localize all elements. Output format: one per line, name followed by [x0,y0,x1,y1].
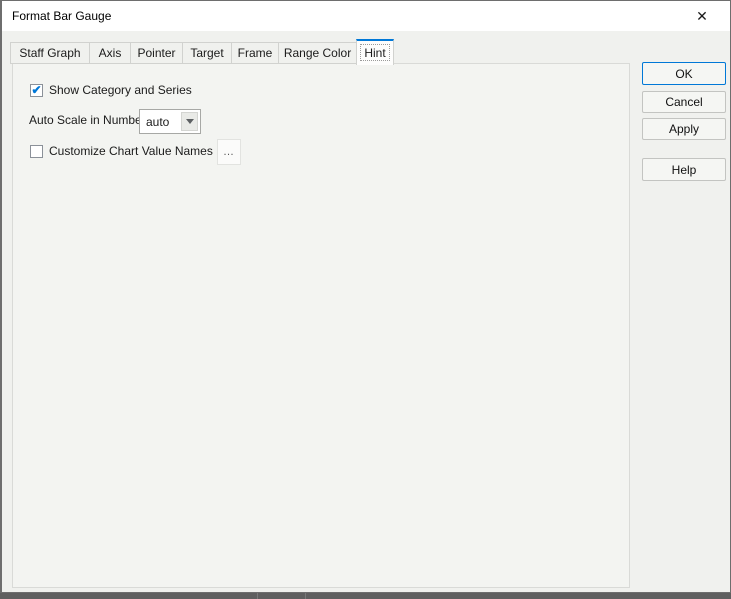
background-edge [0,593,731,599]
help-button[interactable]: Help [642,158,726,181]
tab-label: Target [190,46,224,60]
tab-label: Staff Graph [19,46,81,60]
titlebar: Format Bar Gauge ✕ [2,1,730,31]
tab-frame[interactable]: Frame [231,42,279,64]
auto-scale-label: Auto Scale in Number: [29,113,150,127]
background-window-seam [257,593,258,599]
auto-scale-row: Auto Scale in Number: [29,113,149,127]
chevron-down-icon[interactable] [181,112,198,131]
checkmark-icon: ✔ [31,82,42,97]
customize-names-checkbox[interactable]: ✔ [30,144,43,158]
tab-label: Frame [237,46,273,60]
customize-names-row: ✔ Customize Chart Value Names [30,144,213,158]
auto-scale-selected-value: auto [146,114,170,129]
dialog-title: Format Bar Gauge [12,9,112,23]
customize-names-ellipsis-button[interactable]: … [217,139,241,165]
tab-label: Range Color [283,46,352,60]
apply-button[interactable]: Apply [642,118,726,140]
customize-names-label: Customize Chart Value Names [49,144,213,158]
tab-label: Axis [98,46,122,60]
background-window-seam [305,593,306,599]
show-category-checkbox[interactable]: ✔ [30,82,43,97]
ok-button[interactable]: OK [642,62,726,85]
tab-axis[interactable]: Axis [89,42,131,64]
auto-scale-select[interactable]: auto [139,109,201,134]
tab-strip: Staff Graph Axis Pointer Target Frame Ra… [10,38,394,65]
show-category-row: ✔ Show Category and Series [30,83,192,97]
tab-pointer[interactable]: Pointer [130,42,183,64]
cancel-button[interactable]: Cancel [642,91,726,113]
tab-hint[interactable]: Hint [356,39,394,65]
tab-label: Hint [364,46,386,60]
format-bar-gauge-dialog: Format Bar Gauge ✕ Staff Graph Axis Poin… [0,0,731,593]
tab-label: Pointer [137,46,176,60]
tab-target[interactable]: Target [182,42,232,64]
tab-range-color[interactable]: Range Color [278,42,357,64]
hint-tab-panel: ✔ Show Category and Series Auto Scale in… [12,63,630,588]
show-category-label: Show Category and Series [49,83,192,97]
close-icon[interactable]: ✕ [682,1,722,31]
tab-staff-graph[interactable]: Staff Graph [10,42,90,64]
